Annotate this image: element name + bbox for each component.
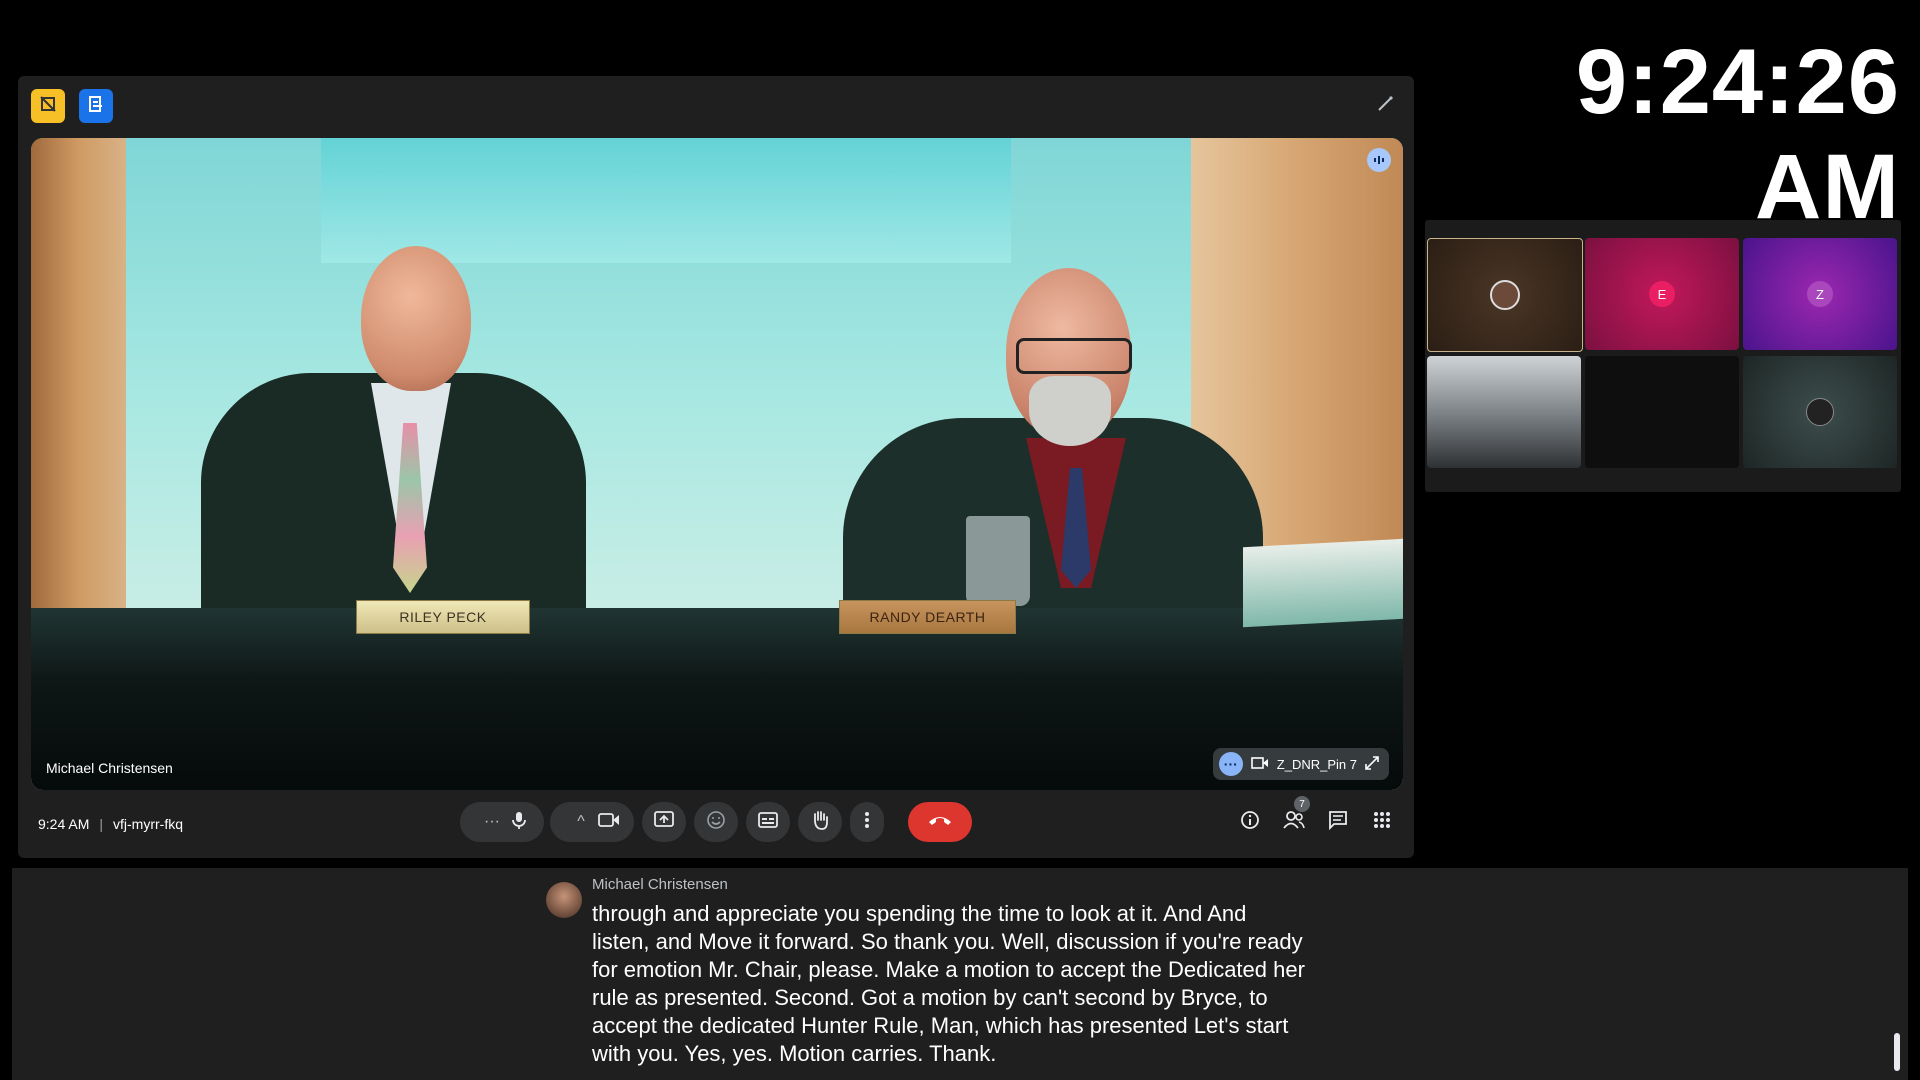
grid-tile-4[interactable]	[1427, 356, 1581, 468]
caption-line: through and appreciate you spending the …	[592, 901, 1247, 926]
camera-icon	[1250, 756, 1269, 773]
captions-icon	[758, 811, 778, 833]
pen-icon	[1376, 95, 1394, 118]
apps-grid-icon	[1373, 811, 1391, 834]
people-icon	[1283, 810, 1305, 834]
present-button[interactable]	[642, 802, 686, 842]
avatar: E	[1649, 281, 1675, 307]
caption-speaker-name: Michael Christensen	[592, 876, 728, 893]
caption-line: accept the dedicated Hunter Rule, Man, w…	[592, 1013, 1289, 1038]
person-left-head	[361, 246, 471, 391]
meeting-time: 9:24 AM	[38, 816, 90, 832]
participant-count-badge: 7	[1294, 796, 1310, 812]
table	[31, 608, 1403, 790]
note-off-icon	[39, 95, 57, 118]
meeting-code[interactable]: vfj-myrr-fkq	[113, 816, 183, 832]
info-separator: |	[99, 816, 104, 832]
emoji-icon	[706, 810, 726, 835]
avatar: Z	[1807, 281, 1833, 307]
caption-line: rule as presented. Second. Got a motion …	[592, 985, 1268, 1010]
captions-button[interactable]	[746, 802, 790, 842]
more-vert-icon	[864, 811, 870, 834]
more-options-icon[interactable]: ···	[1218, 752, 1243, 776]
wall-panel	[321, 138, 1011, 263]
leave-call-button[interactable]	[908, 802, 972, 842]
mic-icon[interactable]	[509, 810, 529, 835]
clock-display: 9:24:26 AM	[1575, 31, 1900, 238]
meeting-details-button[interactable]	[1230, 802, 1270, 842]
person-right-beard	[1029, 376, 1111, 446]
notes-button[interactable]	[79, 89, 113, 123]
camera-toggle-icon[interactable]	[598, 812, 620, 833]
grid-tile-1[interactable]	[1427, 238, 1583, 352]
meet-window: RILEY PECK RANDY DEARTH Michael Christen…	[18, 76, 1414, 858]
grid-tile-5[interactable]	[1585, 356, 1739, 468]
expand-icon[interactable]	[1365, 755, 1379, 773]
info-icon	[1240, 810, 1260, 835]
hand-icon	[810, 809, 830, 836]
chat-button[interactable]	[1318, 802, 1358, 842]
activity-button[interactable]	[31, 89, 65, 123]
papers	[1243, 538, 1403, 628]
avatar	[1806, 398, 1834, 426]
pinned-chip[interactable]: ··· Z_DNR_Pin 7	[1212, 748, 1389, 780]
camera-group: ^	[550, 802, 634, 842]
nameplate-right: RANDY DEARTH	[839, 600, 1016, 634]
grid-tile-6[interactable]	[1743, 356, 1897, 468]
caption-text: through and appreciate you spending the …	[592, 900, 1372, 1068]
grid-tile-3[interactable]: Z	[1743, 238, 1897, 350]
caption-line: with you. Yes, yes. Motion carries. Than…	[592, 1041, 997, 1066]
camera-options-icon[interactable]: ^	[564, 813, 598, 831]
mic-options-icon[interactable]: ···	[475, 813, 509, 831]
avatar	[546, 882, 582, 918]
reactions-button[interactable]	[694, 802, 738, 842]
caption-scrollbar[interactable]	[1894, 1033, 1900, 1071]
chat-icon	[1328, 810, 1348, 835]
edit-note-icon	[87, 95, 105, 118]
main-video-feed[interactable]: RILEY PECK RANDY DEARTH Michael Christen…	[31, 138, 1403, 790]
avatar	[1490, 280, 1520, 310]
hang-up-icon	[927, 813, 953, 832]
people-button[interactable]: 7	[1274, 796, 1314, 842]
raise-hand-button[interactable]	[798, 802, 842, 842]
captions-panel: Michael Christensen through and apprecia…	[12, 868, 1908, 1080]
more-options-button[interactable]	[850, 802, 884, 842]
video-speaker-name: Michael Christensen	[46, 760, 173, 776]
mic-group: ···	[460, 802, 544, 842]
speaking-indicator-icon	[1367, 148, 1391, 172]
activities-button[interactable]	[1362, 802, 1402, 842]
caption-line: for emotion Mr. Chair, please. Make a mo…	[592, 957, 1305, 982]
caption-line: listen, and Move it forward. So thank yo…	[592, 929, 1303, 954]
pinned-label: Z_DNR_Pin 7	[1276, 756, 1357, 772]
cup	[966, 516, 1030, 606]
pen-button[interactable]	[1368, 89, 1402, 123]
control-bar: 9:24 AM | vfj-myrr-fkq ··· ^ 7	[18, 796, 1414, 854]
participant-grid-preview: E Z	[1425, 220, 1901, 492]
nameplate-left: RILEY PECK	[356, 600, 530, 634]
glasses	[1016, 338, 1132, 374]
wall-left	[31, 138, 126, 618]
meeting-info: 9:24 AM | vfj-myrr-fkq	[38, 816, 183, 832]
present-screen-icon	[654, 810, 674, 834]
grid-tile-2[interactable]: E	[1585, 238, 1739, 350]
